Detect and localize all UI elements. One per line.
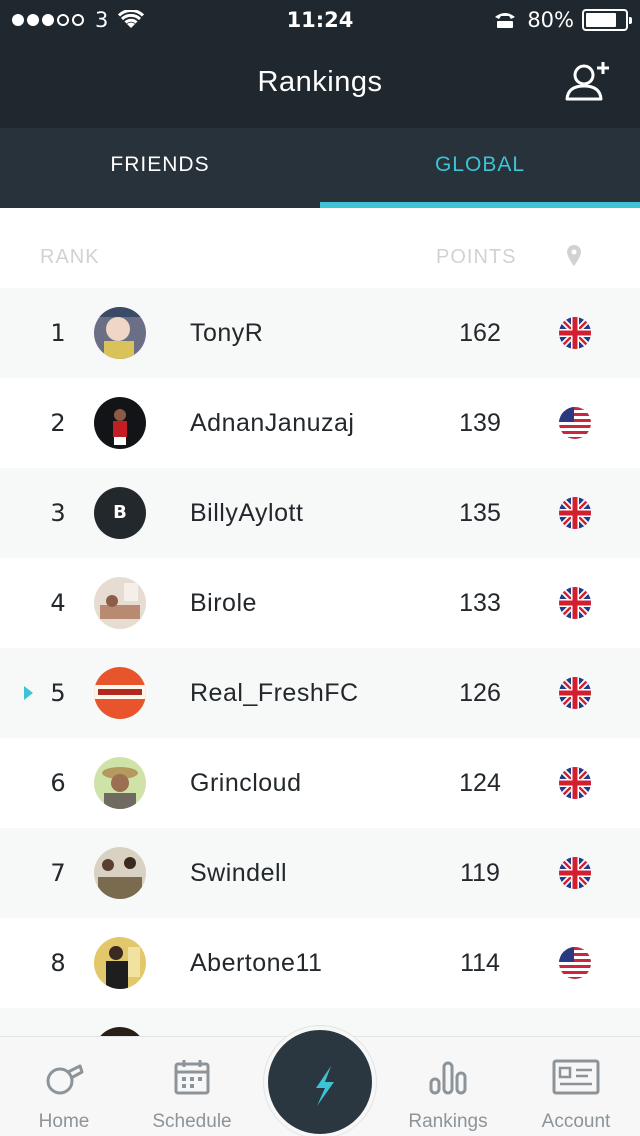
tab-home-label: Home	[38, 1111, 90, 1132]
us-flag-icon	[559, 407, 591, 439]
play-action-button[interactable]	[264, 1026, 376, 1136]
bar-chart-icon	[429, 1061, 467, 1095]
uk-flag-icon	[559, 767, 591, 799]
username: Grincloud	[190, 769, 302, 797]
tab-schedule-label: Schedule	[152, 1111, 232, 1132]
points-value: 114	[460, 949, 500, 977]
add-friend-button[interactable]	[564, 60, 612, 104]
ranking-row[interactable]: 8 Abertone11 114	[0, 918, 640, 1008]
location-pin-icon	[567, 245, 581, 266]
tab-global[interactable]: GLOBAL	[320, 128, 640, 208]
points-column-header: POINTS	[436, 246, 517, 268]
username: Birole	[190, 589, 257, 617]
ranking-row[interactable]: 2 AdnanJanuzaj 139	[0, 378, 640, 468]
points-value: 126	[459, 679, 501, 707]
username: TonyR	[190, 319, 264, 347]
avatar	[94, 667, 146, 719]
tab-rankings[interactable]: Rankings	[384, 1037, 512, 1136]
navigation-bar: Rankings	[0, 40, 640, 128]
table-header: RANK POINTS	[0, 208, 640, 288]
avatar	[94, 847, 146, 899]
rank-number: 5	[50, 679, 66, 707]
username: Swindell	[190, 859, 288, 887]
uk-flag-icon	[559, 317, 591, 349]
current-user-marker-icon	[24, 686, 33, 700]
avatar	[94, 937, 146, 989]
ranking-row[interactable]: 6 Grincloud 124	[0, 738, 640, 828]
avatar: B	[94, 487, 146, 539]
ranking-row[interactable]: 4 Birole 133	[0, 558, 640, 648]
username: BillyAylott	[190, 499, 304, 527]
battery-area: 80%	[493, 8, 632, 32]
add-person-icon	[565, 62, 609, 101]
tab-rankings-label: Rankings	[408, 1111, 488, 1132]
avatar	[94, 307, 146, 359]
points-value: 162	[459, 319, 501, 347]
rank-number: 8	[50, 949, 66, 977]
points-value: 119	[460, 859, 500, 887]
rank-number: 6	[50, 769, 66, 797]
ranking-row[interactable]: 7 Swindell 119	[0, 828, 640, 918]
rank-column-header: RANK	[40, 246, 100, 268]
rank-number: 3	[50, 499, 66, 527]
uk-flag-icon	[559, 677, 591, 709]
avatar	[94, 757, 146, 809]
tab-schedule[interactable]: Schedule	[128, 1037, 256, 1136]
points-value: 139	[459, 409, 501, 437]
tty-icon	[495, 13, 516, 28]
uk-flag-icon	[559, 587, 591, 619]
avatar	[94, 397, 146, 449]
avatar	[94, 577, 146, 629]
tab-account[interactable]: Account	[512, 1037, 640, 1136]
id-card-icon	[552, 1059, 600, 1095]
calendar-icon	[174, 1060, 210, 1095]
rankings-list: 1 TonyR 162 2 AdnanJanuzaj 139 3 B Billy…	[0, 288, 640, 1098]
whistle-icon	[46, 1064, 84, 1095]
lightning-icon	[316, 1066, 334, 1106]
points-value: 133	[459, 589, 501, 617]
tab-home[interactable]: Home	[0, 1037, 128, 1136]
status-bar: 3 11:24 80%	[0, 0, 640, 40]
ranking-row[interactable]: 1 TonyR 162	[0, 288, 640, 378]
battery-percent: 80%	[527, 8, 574, 32]
tab-account-label: Account	[541, 1111, 611, 1132]
points-value: 135	[459, 499, 501, 527]
ranking-row[interactable]: 3 B BillyAylott 135	[0, 468, 640, 558]
points-value: 124	[459, 769, 501, 797]
rank-number: 2	[50, 409, 66, 437]
page-title: Rankings	[257, 66, 383, 98]
uk-flag-icon	[559, 497, 591, 529]
segmented-tabs: FRIENDS GLOBAL	[0, 128, 640, 208]
rank-number: 1	[50, 319, 66, 347]
us-flag-icon	[559, 947, 591, 979]
username: Abertone11	[190, 949, 323, 977]
rank-number: 4	[50, 589, 66, 617]
uk-flag-icon	[559, 857, 591, 889]
username: AdnanJanuzaj	[190, 409, 355, 437]
battery-icon	[582, 9, 632, 31]
rank-number: 7	[50, 859, 66, 887]
ranking-row-current-user[interactable]: 5 Real_FreshFC 126	[0, 648, 640, 738]
tab-friends[interactable]: FRIENDS	[0, 128, 320, 208]
username: Real_FreshFC	[190, 679, 359, 707]
